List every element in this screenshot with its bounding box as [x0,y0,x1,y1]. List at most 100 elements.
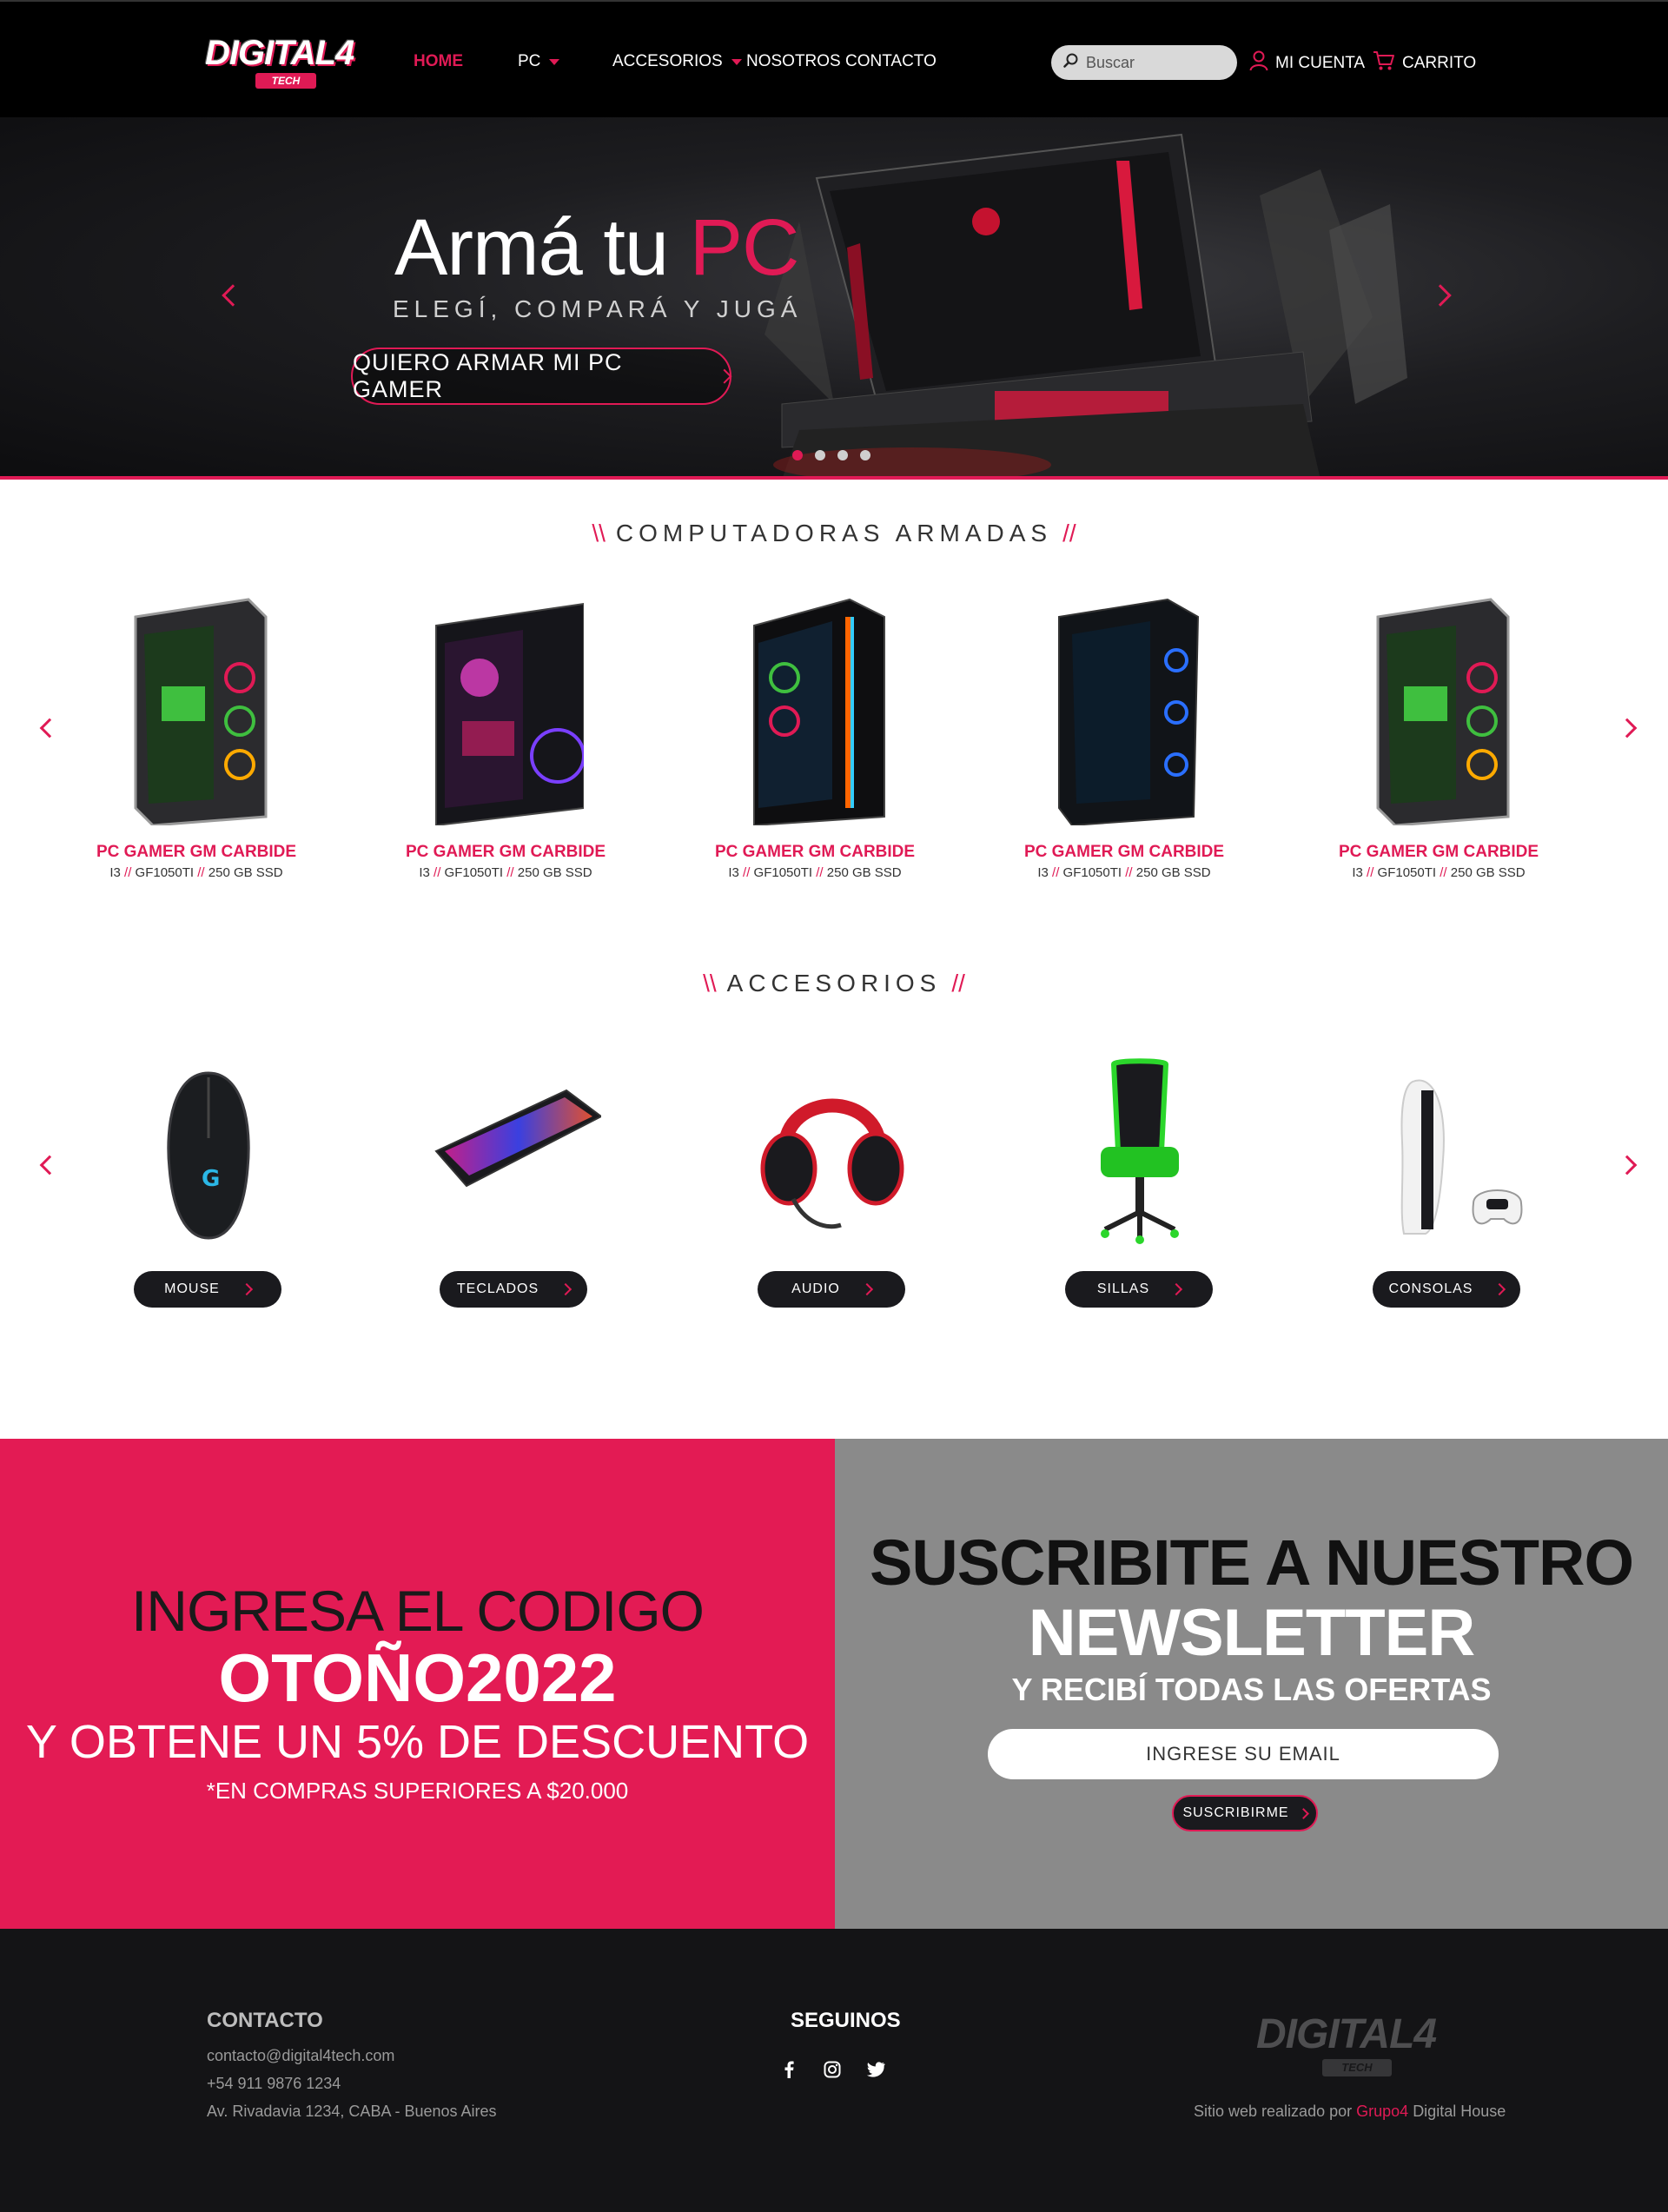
title-slash-right: // [951,970,965,997]
chevron-right-icon [240,1282,253,1296]
product-card[interactable]: PC GAMER GM CARBIDE I3 // GF1050TI // 25… [401,591,610,886]
headset-image [760,1098,904,1229]
product-card[interactable]: PC GAMER GM CARBIDE I3 // GF1050TI // 25… [1334,591,1543,886]
accessory-button-sillas[interactable]: SILLAS [1065,1271,1213,1308]
instagram-icon[interactable] [822,2059,843,2080]
nav-nosotros-label: NOSOTROS [746,52,841,70]
chevron-left-icon [39,1155,60,1176]
site-footer: CONTACTO contacto@digital4tech.com +54 9… [0,1929,1668,2212]
promo-line1: INGRESA EL CODIGO [130,1579,705,1643]
footer-email[interactable]: contacto@digital4tech.com [207,2047,394,2065]
product-specs: I3 // GF1050TI // 250 GB SSD [419,865,592,880]
accessory-label: MOUSE [164,1282,220,1296]
chevron-right-icon [1493,1282,1506,1296]
nav-nosotros[interactable]: NOSOTROS [746,47,845,76]
accessory-button-consolas[interactable]: CONSOLAS [1373,1271,1520,1308]
site-logo[interactable]: DIGITAL4 TECH [205,33,363,89]
chevron-right-icon [1617,718,1638,738]
title-slash-left: \\ [703,970,717,997]
accessory-card[interactable]: SILLAS [1036,1056,1244,1316]
hero-title-accent: PC [689,203,800,292]
slider-dot[interactable] [792,450,803,460]
newsletter-line2: NEWSLETTER [1028,1596,1476,1670]
spec-cpu: I3 [1037,865,1049,880]
product-card[interactable]: PC GAMER GM CARBIDE I3 // GF1050TI // 25… [1020,591,1228,886]
accessory-card[interactable]: G MOUSE [104,1056,313,1316]
computers-next-arrow[interactable] [1614,715,1640,741]
subscribe-label: SUSCRIBIRME [1182,1805,1289,1820]
accessory-button-audio[interactable]: AUDIO [758,1271,905,1308]
mouse-image: G [167,1071,250,1240]
hero-title-main: Armá tu [394,203,669,292]
credit-prefix: Sitio web realizado por [1194,2103,1353,2120]
promo-note: *EN COMPRAS SUPERIORES A $20.000 [206,1778,629,1804]
hero-cta-button[interactable]: QUIERO ARMAR MI PC GAMER [351,348,732,405]
product-name: PC GAMER GM CARBIDE [405,843,606,861]
site-header: DIGITAL4 TECH HOME PC ACCESORIOS NOSOTRO… [0,0,1668,117]
product-card[interactable]: PC GAMER GM CARBIDE I3 // GF1050TI // 25… [92,591,301,886]
nav-contacto[interactable]: CONTACTO [845,47,941,76]
footer-logo-tag: TECH [1322,2059,1392,2076]
accessory-button-mouse[interactable]: MOUSE [134,1271,281,1308]
hero-next-arrow[interactable] [1427,282,1453,308]
chevron-left-icon [222,284,244,307]
spec-cpu: I3 [728,865,739,880]
accessory-card[interactable]: TECLADOS [410,1056,619,1316]
product-card[interactable]: PC GAMER GM CARBIDE I3 // GF1050TI // 25… [711,591,919,886]
accessory-card[interactable]: AUDIO [728,1056,937,1316]
nav-home[interactable]: HOME [414,47,509,76]
search-box[interactable] [1051,45,1237,80]
product-specs: I3 // GF1050TI // 250 GB SSD [1037,865,1211,880]
chevron-right-icon [860,1282,873,1296]
logo-wordmark: DIGITAL4 [205,34,354,72]
user-icon [1249,50,1268,76]
accessory-label: SILLAS [1096,1282,1150,1296]
product-specs: I3 // GF1050TI // 250 GB SSD [728,865,902,880]
spec-gpu: GF1050TI [444,865,504,880]
hero-prev-arrow[interactable] [220,282,246,308]
slider-dot[interactable] [815,450,825,460]
product-name: PC GAMER GM CARBIDE [714,843,916,861]
nav-pc[interactable]: PC [518,47,600,76]
search-icon [1063,53,1079,73]
spec-gpu: GF1050TI [135,865,195,880]
laptop-hero-image [764,133,1407,476]
footer-address: Av. Rivadavia 1234, CABA - Buenos Aires [207,2103,497,2120]
spec-storage: 250 GB SSD [826,865,902,880]
cart-label: CARRITO [1402,54,1477,72]
hero-banner: Armá tu PC ELEGÍ, COMPARÁ Y JUGÁ QUIERO … [0,117,1668,480]
spec-gpu: GF1050TI [1062,865,1122,880]
accessory-button-teclados[interactable]: TECLADOS [440,1271,587,1308]
credit-brand-link[interactable]: Grupo4 [1356,2103,1408,2120]
facebook-icon[interactable] [778,2059,799,2080]
account-link[interactable]: MI CUENTA [1249,49,1365,78]
newsletter-section: SUSCRIBITE A NUESTRO NEWSLETTER Y RECIBÍ… [835,1439,1668,1929]
subscribe-button[interactable]: SUSCRIBIRME [1172,1795,1318,1831]
nav-accesorios[interactable]: ACCESORIOS [612,47,746,76]
newsletter-email-field[interactable] [988,1729,1499,1779]
chevron-right-icon [559,1282,573,1296]
slider-dots [792,450,883,460]
hero-subtitle: ELEGÍ, COMPARÁ Y JUGÁ [393,295,803,322]
spec-storage: 250 GB SSD [1135,865,1211,880]
slider-dot[interactable] [860,450,870,460]
pc-case-image [435,602,584,825]
computers-prev-arrow[interactable] [36,715,63,741]
cart-link[interactable]: CARRITO [1373,49,1476,78]
accessories-next-arrow[interactable] [1614,1152,1640,1178]
accessories-prev-arrow[interactable] [36,1152,63,1178]
main-nav: HOME PC ACCESORIOS NOSOTROS CONTACTO [414,47,941,76]
pc-case-image [1058,598,1200,825]
accessory-card[interactable]: CONSOLAS [1343,1056,1552,1316]
twitter-icon[interactable] [865,2059,886,2080]
product-specs: I3 // GF1050TI // 250 GB SSD [1352,865,1526,880]
nav-accesorios-label: ACCESORIOS [612,52,723,70]
chevron-right-icon [717,368,732,384]
console-image [1400,1079,1523,1235]
search-input[interactable] [1086,53,1225,72]
slider-dot[interactable] [837,450,848,460]
social-links [778,2059,909,2080]
accessory-label: TECLADOS [456,1282,539,1296]
footer-logo: DIGITAL4 TECH [1256,2012,1456,2082]
promo-banner: INGRESA EL CODIGO OTOÑO2022 Y OBTENE UN … [0,1439,835,1929]
